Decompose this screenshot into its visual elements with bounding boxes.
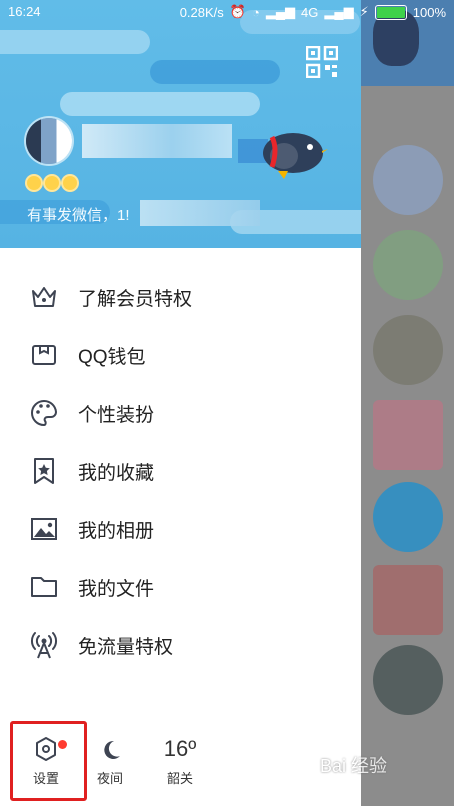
qr-code-icon[interactable] <box>306 46 338 78</box>
network-type: 4G <box>301 4 319 20</box>
palette-icon <box>29 398 59 428</box>
settings-hexagon-icon <box>36 737 56 761</box>
alarm-icon: ⏰ <box>229 4 246 19</box>
sun-level-icon <box>27 176 41 190</box>
menu-item-vip[interactable]: 了解会员特权 <box>0 272 361 322</box>
blurred-avatar <box>373 230 443 300</box>
network-speed: 0.28K/s <box>179 4 224 20</box>
weather-button[interactable]: 16º 韶关 <box>150 730 210 787</box>
penguin-mascot <box>238 133 328 179</box>
settings-button[interactable]: 设置 <box>16 730 76 787</box>
night-mode-button[interactable]: 夜间 <box>80 730 140 787</box>
temperature-value: 16º <box>163 736 197 761</box>
signal-icon-2: ▂▄▆ <box>324 4 354 19</box>
blurred-avatar <box>373 315 443 385</box>
menu-label-vip: 了解会员特权 <box>78 288 193 310</box>
signature-blurred <box>140 200 260 226</box>
nickname-blurred <box>82 124 232 158</box>
status-bar: 16:24 0.28K/s ⏰ ◔ ▂▄▆ 4G ▂▄▆ ⚡ 100% <box>0 0 454 24</box>
menu-item-theme[interactable]: 个性装扮 <box>0 388 361 438</box>
sun-level-icon <box>63 176 77 190</box>
charging-icon: ⚡ <box>359 4 369 19</box>
menu-label-wallet: QQ钱包 <box>78 346 146 368</box>
moon-icon <box>104 740 120 759</box>
drawer-bottom-bar: 设置 夜间 16º 韶关 <box>0 716 361 806</box>
wifi-icon: ◔ <box>251 4 260 20</box>
menu-item-wallet[interactable]: QQ钱包 <box>0 330 361 380</box>
sun-level-icon <box>45 176 59 190</box>
wallet-icon <box>29 340 59 370</box>
blurred-avatar <box>373 565 443 635</box>
menu-item-files[interactable]: 我的文件 <box>0 562 361 612</box>
battery-icon <box>374 4 407 20</box>
status-time: 16:24 <box>8 4 41 19</box>
menu-label-theme: 个性装扮 <box>78 404 155 426</box>
night-mode-label: 夜间 <box>96 771 123 786</box>
blurred-avatar <box>373 645 443 715</box>
avatar[interactable] <box>26 118 72 164</box>
fish-pattern <box>60 92 260 116</box>
fish-pattern <box>150 60 280 84</box>
menu-label-favorites: 我的收藏 <box>78 462 155 484</box>
blurred-avatar <box>373 482 443 552</box>
menu-label-files: 我的文件 <box>78 578 155 600</box>
menu-item-album[interactable]: 我的相册 <box>0 504 361 554</box>
blurred-avatar <box>373 400 443 470</box>
blurred-avatar <box>373 145 443 215</box>
fish-pattern <box>0 30 150 54</box>
profile-header[interactable]: 有事发微信，1! <box>0 0 361 248</box>
menu-item-free-data[interactable]: 免流量特权 <box>0 620 361 670</box>
notification-dot <box>58 740 67 749</box>
watermark: Bai 经验 <box>320 756 388 776</box>
signature-text[interactable]: 有事发微信，1! <box>27 204 130 225</box>
menu-item-favorites[interactable]: 我的收藏 <box>0 446 361 496</box>
crown-icon <box>29 282 59 312</box>
folder-icon <box>29 572 59 602</box>
battery-percent: 100% <box>412 4 446 20</box>
main-screen-dimmed[interactable] <box>361 0 454 806</box>
signal-tower-icon <box>29 630 59 660</box>
signal-icon: ▂▄▆ <box>265 4 296 19</box>
menu-label-free-data: 免流量特权 <box>78 636 174 658</box>
menu-label-album: 我的相册 <box>78 520 155 542</box>
settings-label: 设置 <box>32 771 59 786</box>
level-stars[interactable] <box>27 176 77 190</box>
city-label: 韶关 <box>166 771 193 786</box>
bookmark-star-icon <box>29 456 59 486</box>
side-drawer: 有事发微信，1! 了解会员特权 QQ钱包 个性装扮 我的收藏 我的相册 我的文件… <box>0 0 361 806</box>
picture-icon <box>29 514 59 544</box>
